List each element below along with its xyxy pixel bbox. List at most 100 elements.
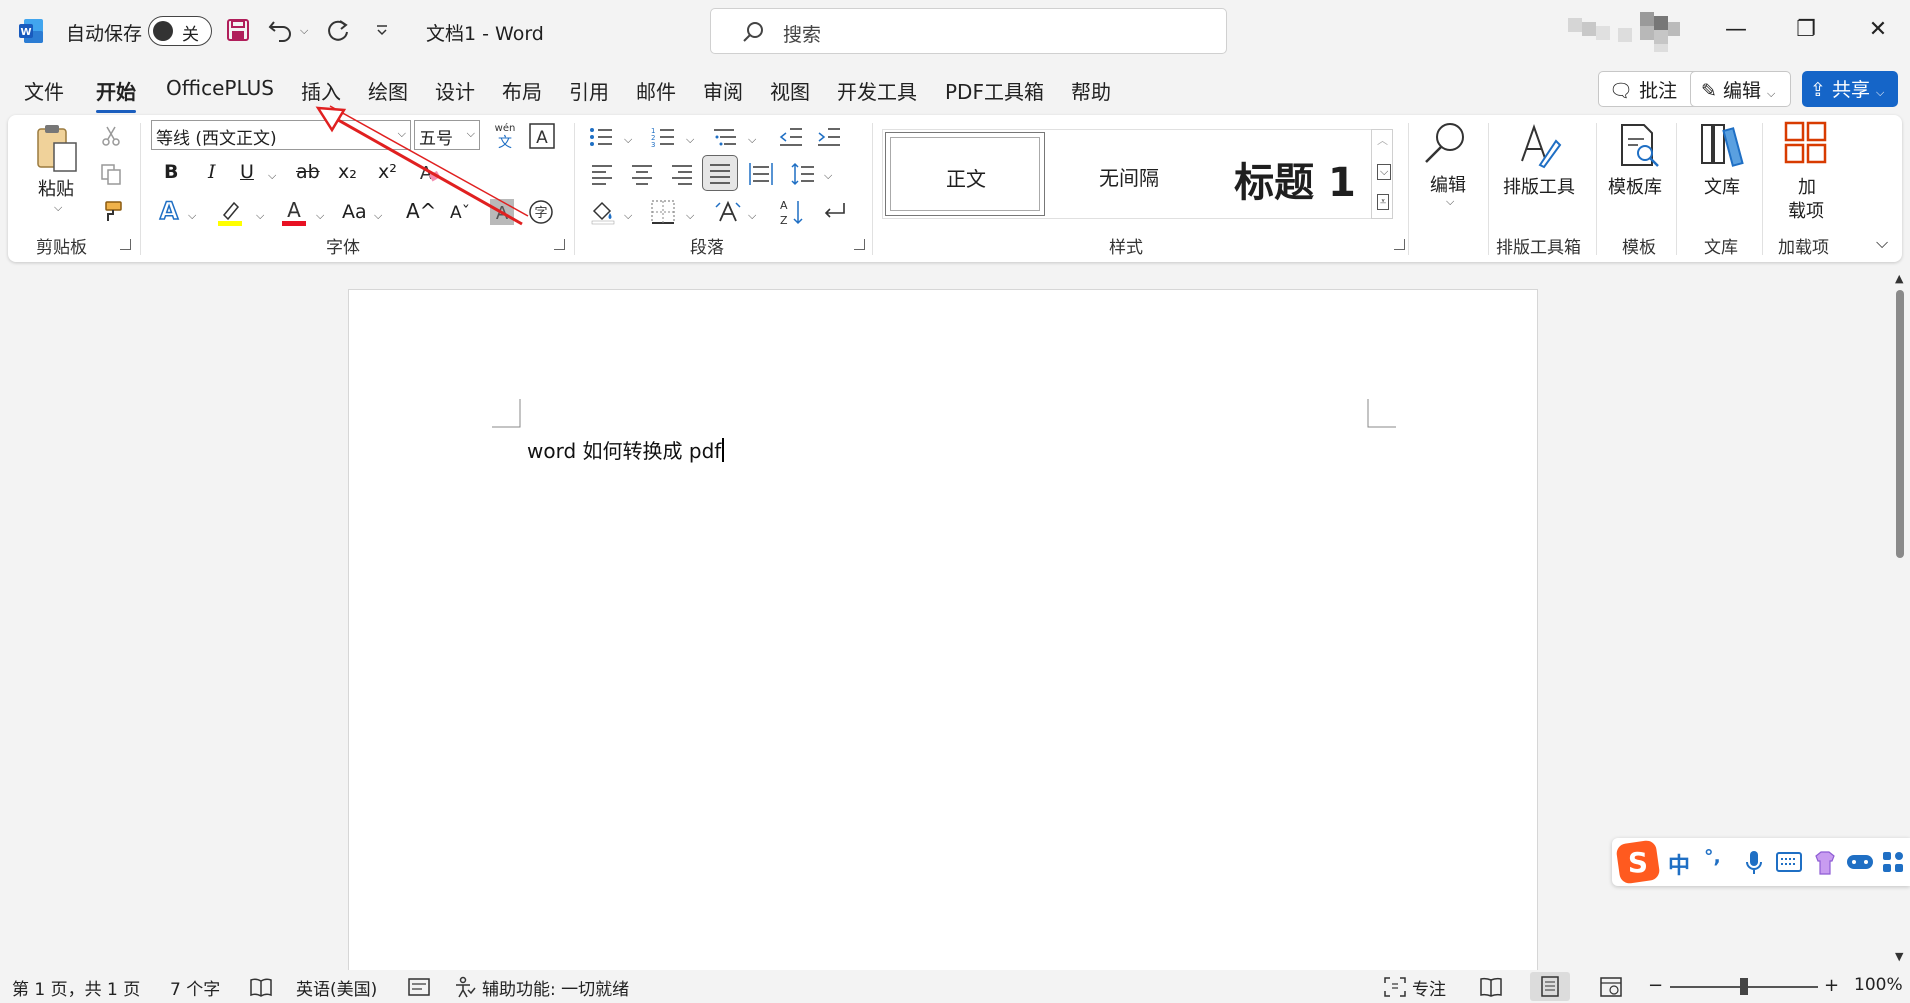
redo-icon[interactable] bbox=[325, 18, 351, 44]
add-ins-button-label-2[interactable]: 载项 bbox=[1788, 197, 1824, 223]
paragraph-launcher-icon[interactable] bbox=[854, 239, 865, 250]
font-launcher-icon[interactable] bbox=[554, 239, 565, 250]
show-marks-icon[interactable] bbox=[820, 199, 848, 225]
italic-button[interactable]: I bbox=[208, 161, 216, 183]
tab-developer[interactable]: 开发工具 bbox=[837, 76, 917, 105]
add-ins-icon[interactable] bbox=[1784, 121, 1828, 165]
tab-home[interactable]: 开始 bbox=[96, 76, 136, 113]
style-heading1[interactable]: 标题 1 bbox=[1211, 132, 1379, 216]
layout-tools-button-label[interactable]: 排版工具 bbox=[1503, 173, 1575, 199]
language-indicator[interactable]: 英语(美国) bbox=[296, 975, 377, 1000]
toolbox-grid-icon[interactable] bbox=[1882, 851, 1904, 873]
line-spacing-dropdown-icon[interactable]: ⌵ bbox=[824, 169, 832, 183]
game-controller-icon[interactable] bbox=[1846, 852, 1874, 872]
collapse-ribbon-icon[interactable]: ⌵ bbox=[1876, 233, 1888, 253]
library-icon[interactable] bbox=[1698, 121, 1746, 169]
find-icon[interactable] bbox=[1422, 121, 1468, 165]
scroll-down-icon[interactable]: ▼ bbox=[1895, 950, 1903, 963]
bold-button[interactable]: B bbox=[164, 161, 178, 183]
page-count[interactable]: 第 1 页，共 1 页 bbox=[12, 975, 140, 1000]
read-mode-icon[interactable] bbox=[1480, 977, 1502, 997]
sort-icon[interactable]: AZ bbox=[778, 197, 806, 227]
chevron-up-icon[interactable]: ︿ bbox=[1377, 132, 1388, 148]
focus-icon[interactable] bbox=[1384, 977, 1406, 997]
zoom-slider-thumb[interactable] bbox=[1740, 978, 1748, 995]
accessibility-icon[interactable] bbox=[454, 976, 476, 998]
track-changes-icon[interactable] bbox=[408, 977, 430, 997]
save-icon[interactable] bbox=[226, 18, 250, 42]
multilevel-dropdown-icon[interactable]: ⌵ bbox=[748, 133, 756, 147]
distributed-icon[interactable] bbox=[748, 161, 774, 187]
restore-button[interactable]: ❐ bbox=[1776, 10, 1836, 50]
underline-dropdown-icon[interactable]: ⌵ bbox=[268, 169, 276, 183]
tab-references[interactable]: 引用 bbox=[569, 76, 609, 105]
share-button[interactable]: ⇪ 共享 ⌵ bbox=[1802, 71, 1898, 107]
line-spacing-icon[interactable] bbox=[790, 161, 816, 187]
numbering-icon[interactable]: 123 bbox=[650, 125, 676, 149]
ime-punctuation[interactable]: °, bbox=[1704, 846, 1721, 868]
format-painter-icon[interactable] bbox=[100, 199, 124, 223]
numbering-dropdown-icon[interactable]: ⌵ bbox=[686, 133, 694, 147]
autosave-toggle[interactable]: 关 bbox=[148, 16, 212, 46]
user-avatar[interactable] bbox=[1568, 8, 1688, 54]
layout-tools-icon[interactable] bbox=[1516, 121, 1564, 169]
text-effects-dropdown-icon[interactable]: ⌵ bbox=[188, 209, 196, 223]
scrollbar-thumb[interactable] bbox=[1896, 290, 1904, 558]
add-ins-button-label-1[interactable]: 加 bbox=[1798, 173, 1816, 199]
multilevel-list-icon[interactable] bbox=[712, 125, 738, 149]
editing-mode-button[interactable]: ✎ 编辑 ⌵ bbox=[1690, 71, 1791, 107]
paste-icon[interactable] bbox=[34, 123, 82, 177]
style-no-spacing[interactable]: 无间隔 bbox=[1049, 132, 1209, 216]
tab-view[interactable]: 视图 bbox=[770, 76, 810, 105]
decrease-indent-icon[interactable] bbox=[778, 125, 804, 149]
undo-dropdown-icon[interactable]: ⌵ bbox=[300, 24, 308, 38]
search-box[interactable]: 搜索 bbox=[710, 8, 1227, 54]
focus-label[interactable]: 专注 bbox=[1412, 975, 1446, 1000]
paste-label[interactable]: 粘贴 bbox=[38, 175, 74, 201]
template-library-button-label[interactable]: 模板库 bbox=[1608, 173, 1662, 199]
print-layout-button[interactable] bbox=[1530, 972, 1570, 1001]
word-count[interactable]: 7 个字 bbox=[170, 975, 220, 1000]
align-left-icon[interactable] bbox=[590, 163, 614, 185]
highlight-icon[interactable] bbox=[216, 197, 244, 227]
tab-officeplus[interactable]: OfficePLUS bbox=[166, 76, 274, 100]
highlight-dropdown-icon[interactable]: ⌵ bbox=[256, 209, 264, 223]
borders-dropdown-icon[interactable]: ⌵ bbox=[686, 209, 694, 223]
underline-button[interactable]: U bbox=[240, 161, 254, 183]
tab-file[interactable]: 文件 bbox=[24, 76, 64, 105]
document-page[interactable] bbox=[348, 289, 1538, 1003]
justify-button[interactable] bbox=[702, 155, 738, 191]
clipboard-launcher-icon[interactable] bbox=[120, 239, 131, 250]
editing-dropdown-icon[interactable]: ⌵ bbox=[1446, 195, 1454, 209]
scroll-up-icon[interactable]: ▲ bbox=[1895, 272, 1903, 285]
tab-review[interactable]: 审阅 bbox=[703, 76, 743, 105]
customize-toolbar-icon[interactable] bbox=[375, 24, 389, 38]
document-body-text[interactable]: word 如何转换成 pdf bbox=[527, 435, 724, 464]
bullets-dropdown-icon[interactable]: ⌵ bbox=[624, 133, 632, 147]
text-effects-icon[interactable]: A bbox=[156, 197, 182, 225]
skin-icon[interactable] bbox=[1812, 850, 1838, 876]
word-logo-icon[interactable]: W bbox=[18, 18, 44, 44]
paste-dropdown-icon[interactable]: ⌵ bbox=[54, 201, 62, 215]
undo-icon[interactable] bbox=[268, 18, 294, 42]
shading-dropdown-icon[interactable]: ⌵ bbox=[624, 209, 632, 223]
styles-more-icon[interactable]: ⩡ bbox=[1377, 194, 1390, 210]
sogou-logo-icon[interactable]: S bbox=[1615, 839, 1661, 885]
library-button-label[interactable]: 文库 bbox=[1704, 173, 1740, 199]
ime-mode-label[interactable]: 中 bbox=[1668, 848, 1690, 880]
microphone-icon[interactable] bbox=[1744, 850, 1764, 876]
keyboard-icon[interactable] bbox=[1776, 852, 1802, 872]
chinese-layout-icon[interactable] bbox=[714, 199, 742, 225]
styles-launcher-icon[interactable] bbox=[1394, 239, 1405, 250]
chinese-layout-dropdown-icon[interactable]: ⌵ bbox=[748, 209, 756, 223]
zoom-in-button[interactable]: + bbox=[1824, 975, 1839, 996]
proofing-icon[interactable] bbox=[250, 977, 272, 997]
borders-icon[interactable] bbox=[650, 199, 676, 225]
align-center-icon[interactable] bbox=[630, 163, 654, 185]
font-color-icon[interactable]: A bbox=[280, 197, 308, 227]
web-layout-icon[interactable] bbox=[1600, 977, 1622, 997]
increase-indent-icon[interactable] bbox=[816, 125, 842, 149]
zoom-out-button[interactable]: − bbox=[1648, 975, 1663, 996]
tab-pdf-toolbox[interactable]: PDF工具箱 bbox=[945, 76, 1044, 105]
cut-icon[interactable] bbox=[100, 125, 122, 147]
